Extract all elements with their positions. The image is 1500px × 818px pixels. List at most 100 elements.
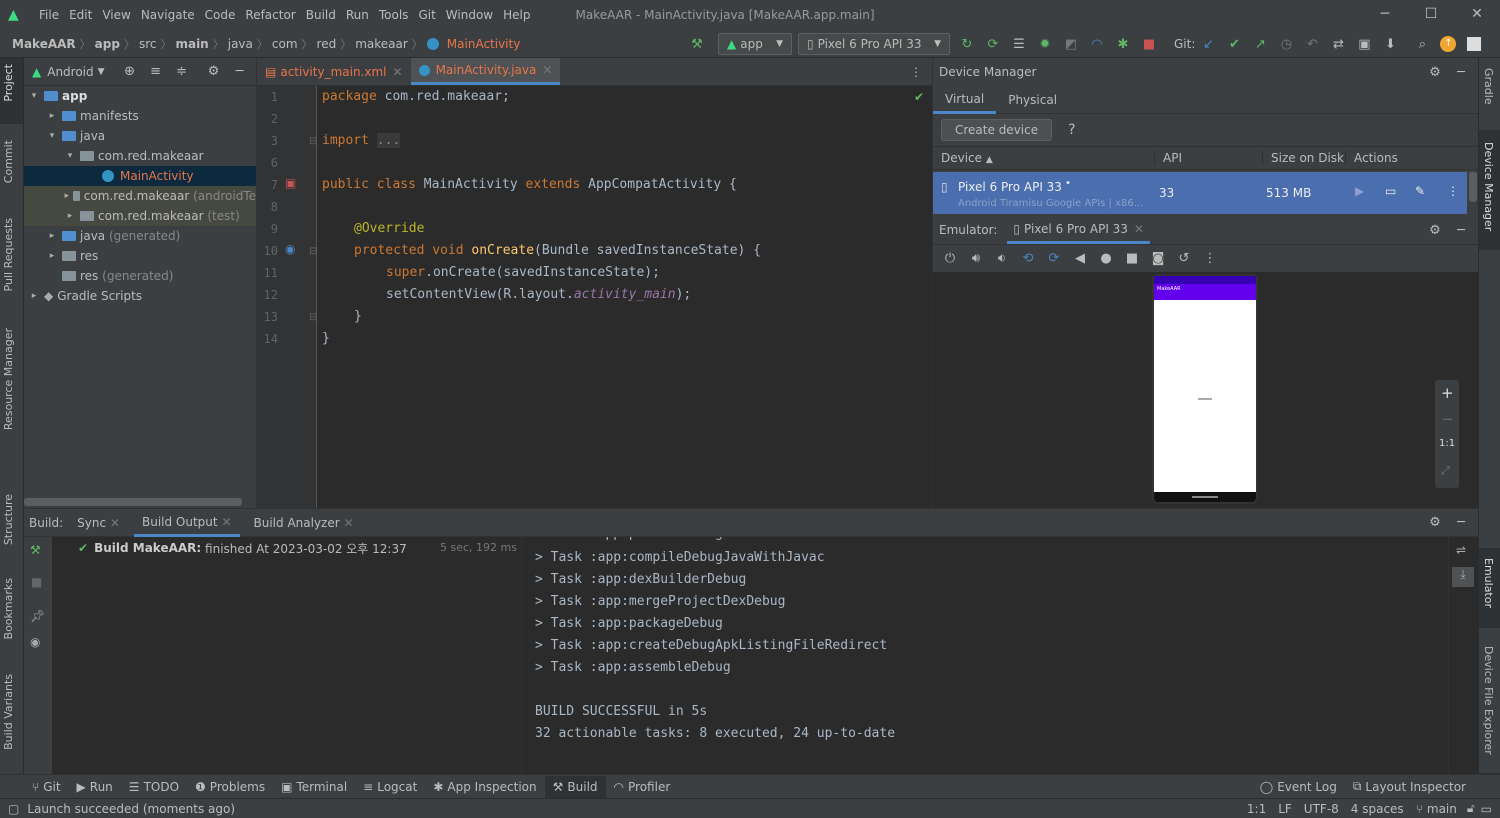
tab-physical[interactable]: Physical [996, 93, 1069, 107]
screenshot-icon[interactable]: ◙ [1147, 248, 1169, 270]
tab-structure[interactable]: Structure [2, 494, 15, 545]
tree-item-java[interactable]: ▾ java [24, 126, 256, 146]
menu-navigate[interactable]: Navigate [136, 8, 200, 22]
crumb-red[interactable]: red [313, 37, 341, 51]
fold-icon[interactable]: ⊟ [309, 136, 317, 147]
menu-refactor[interactable]: Refactor [240, 8, 300, 22]
menu-git[interactable]: Git [413, 8, 440, 22]
status-square-icon[interactable]: ▢ [8, 802, 19, 816]
memory-icon[interactable]: ▭ [1481, 802, 1492, 816]
tab-emulator[interactable]: Emulator [1482, 558, 1495, 608]
overview-icon[interactable]: ■ [1121, 248, 1143, 270]
close-tab-icon[interactable]: ✕ [542, 63, 552, 77]
device-mirror-icon[interactable]: ⇄ [1327, 33, 1349, 55]
hide-icon[interactable]: ─ [1450, 61, 1472, 83]
hammer-icon[interactable]: ⚒ [686, 33, 708, 55]
column-actions[interactable]: Actions [1346, 151, 1398, 165]
zoom-out-icon[interactable]: − [1441, 410, 1454, 428]
tab-mainactivity-java[interactable]: MainActivity.java ✕ [410, 58, 561, 85]
tree-item-app[interactable]: ▾ app [24, 86, 256, 106]
device-row[interactable]: ▯ Pixel 6 Pro API 33 • Android Tiramisu … [933, 172, 1467, 214]
menu-build[interactable]: Build [301, 8, 341, 22]
tab-activity-main-xml[interactable]: ▤ activity_main.xml ✕ [257, 58, 411, 85]
chevron-down-icon[interactable]: ▼ [98, 67, 105, 77]
file-encoding[interactable]: UTF-8 [1304, 802, 1339, 816]
caret-position[interactable]: 1:1 [1247, 802, 1266, 816]
apply-code-changes-icon[interactable]: ☰ [1008, 33, 1030, 55]
eye-icon[interactable]: ◉ [30, 635, 40, 649]
git-commit-icon[interactable]: ✔ [1223, 33, 1245, 55]
pin-icon[interactable]: 📌︎ [30, 609, 45, 623]
gear-icon[interactable]: ⚙ [1424, 61, 1446, 83]
git-update-icon[interactable]: ↙ [1197, 33, 1219, 55]
indent-setting[interactable]: 4 spaces [1351, 802, 1404, 816]
implemented-icon[interactable]: ▣ [285, 176, 296, 190]
tool-problems[interactable]: ❶ Problems [187, 780, 273, 794]
volume-down-icon[interactable]: 🔉︎ [991, 248, 1013, 270]
launch-icon[interactable]: ▶ [1355, 184, 1364, 198]
crumb-java[interactable]: java [224, 37, 257, 51]
tree-item-manifests[interactable]: ▸ manifests [24, 106, 256, 126]
tab-virtual[interactable]: Virtual [933, 86, 997, 114]
override-icon[interactable]: ◉ [285, 242, 295, 256]
fold-icon[interactable]: ⊟ [309, 246, 317, 257]
tree-item-package[interactable]: ▾ com.red.makeaar [24, 146, 256, 166]
rotate-right-icon[interactable]: ⟳ [1043, 248, 1065, 270]
menu-run[interactable]: Run [341, 8, 374, 22]
tree-item-res-generated[interactable]: res (generated) [24, 266, 256, 286]
rotate-left-icon[interactable]: ⟲ [1017, 248, 1039, 270]
menu-window[interactable]: Window [441, 8, 498, 22]
coverage-icon[interactable]: ◩ [1060, 33, 1082, 55]
back-icon[interactable]: ◀ [1069, 248, 1091, 270]
close-tab-icon[interactable]: ✕ [393, 65, 403, 79]
close-icon[interactable]: ✕ [1454, 0, 1500, 30]
stop-icon[interactable]: ■ [31, 575, 42, 589]
crumb-app[interactable]: app [91, 37, 124, 51]
home-icon[interactable]: ● [1095, 248, 1117, 270]
hide-icon[interactable]: ─ [1450, 512, 1472, 534]
tab-pull-requests[interactable]: Pull Requests [2, 218, 15, 291]
zoom-fit-icon[interactable]: ⤢ [1441, 464, 1450, 478]
expand-all-icon[interactable]: ≡ [145, 61, 167, 83]
gear-icon[interactable]: ⚙ [203, 61, 225, 83]
folder-open-icon[interactable]: ▭ [1385, 184, 1396, 198]
tab-commit[interactable]: Commit [2, 140, 15, 183]
crumb-main[interactable]: main [171, 37, 212, 51]
git-history-icon[interactable]: ◷ [1275, 33, 1297, 55]
no-problems-check-icon[interactable]: ✔ [914, 90, 924, 104]
tab-device-manager[interactable]: Device Manager [1482, 142, 1495, 231]
soft-wrap-icon[interactable]: ⇌ [1456, 543, 1466, 557]
close-tab-icon[interactable]: ✕ [1134, 222, 1144, 236]
tree-item-package-androidtest[interactable]: ▸ com.red.makeaar (androidTe [24, 186, 256, 206]
tab-build-analyzer[interactable]: Build Analyzer ✕ [254, 516, 354, 530]
tool-git[interactable]: ⑂ Git [24, 780, 69, 794]
project-view-mode[interactable]: Android [47, 65, 93, 79]
snapshot-icon[interactable]: ↺ [1173, 248, 1195, 270]
sdk-manager-icon[interactable]: ⬇ [1379, 33, 1401, 55]
zoom-in-icon[interactable]: + [1441, 384, 1454, 402]
maximize-icon[interactable]: ☐ [1408, 0, 1454, 30]
tool-layout-inspector[interactable]: ⧉ Layout Inspector [1345, 779, 1474, 794]
hide-icon[interactable]: ─ [229, 61, 251, 83]
line-separator[interactable]: LF [1278, 802, 1292, 816]
crumb-makeaar[interactable]: makeaar [351, 37, 412, 51]
tab-resource-manager[interactable]: Resource Manager [2, 328, 15, 430]
tree-item-mainactivity[interactable]: MainActivity [24, 166, 256, 186]
user-icon[interactable] [1463, 33, 1485, 55]
column-device[interactable]: Device ▲ [933, 151, 1155, 165]
debug-icon[interactable]: ✹ [1034, 33, 1056, 55]
target-icon[interactable]: ⊕ [119, 61, 141, 83]
menu-edit[interactable]: Edit [64, 8, 97, 22]
power-icon[interactable]: ⏻ [939, 248, 961, 270]
gear-icon[interactable]: ⚙ [1424, 512, 1446, 534]
search-icon[interactable]: ⌕ [1411, 33, 1433, 55]
minimize-icon[interactable]: ─ [1362, 0, 1408, 30]
device-combo[interactable]: ▯ Pixel 6 Pro API 33 ▼ [798, 33, 950, 55]
scroll-to-end-icon[interactable]: ⤓ [1452, 567, 1474, 587]
tree-item-package-test[interactable]: ▸ com.red.makeaar (test) [24, 206, 256, 226]
tool-todo[interactable]: ☰ TODO [121, 780, 187, 794]
build-console[interactable]: > Task :app:processDebugResources > Task… [523, 537, 1438, 775]
hide-icon[interactable]: ─ [1450, 219, 1472, 241]
emulator-tab[interactable]: ▯ Pixel 6 Pro API 33 ✕ [1007, 216, 1151, 244]
zoom-actual-size[interactable]: 1:1 [1439, 438, 1455, 449]
